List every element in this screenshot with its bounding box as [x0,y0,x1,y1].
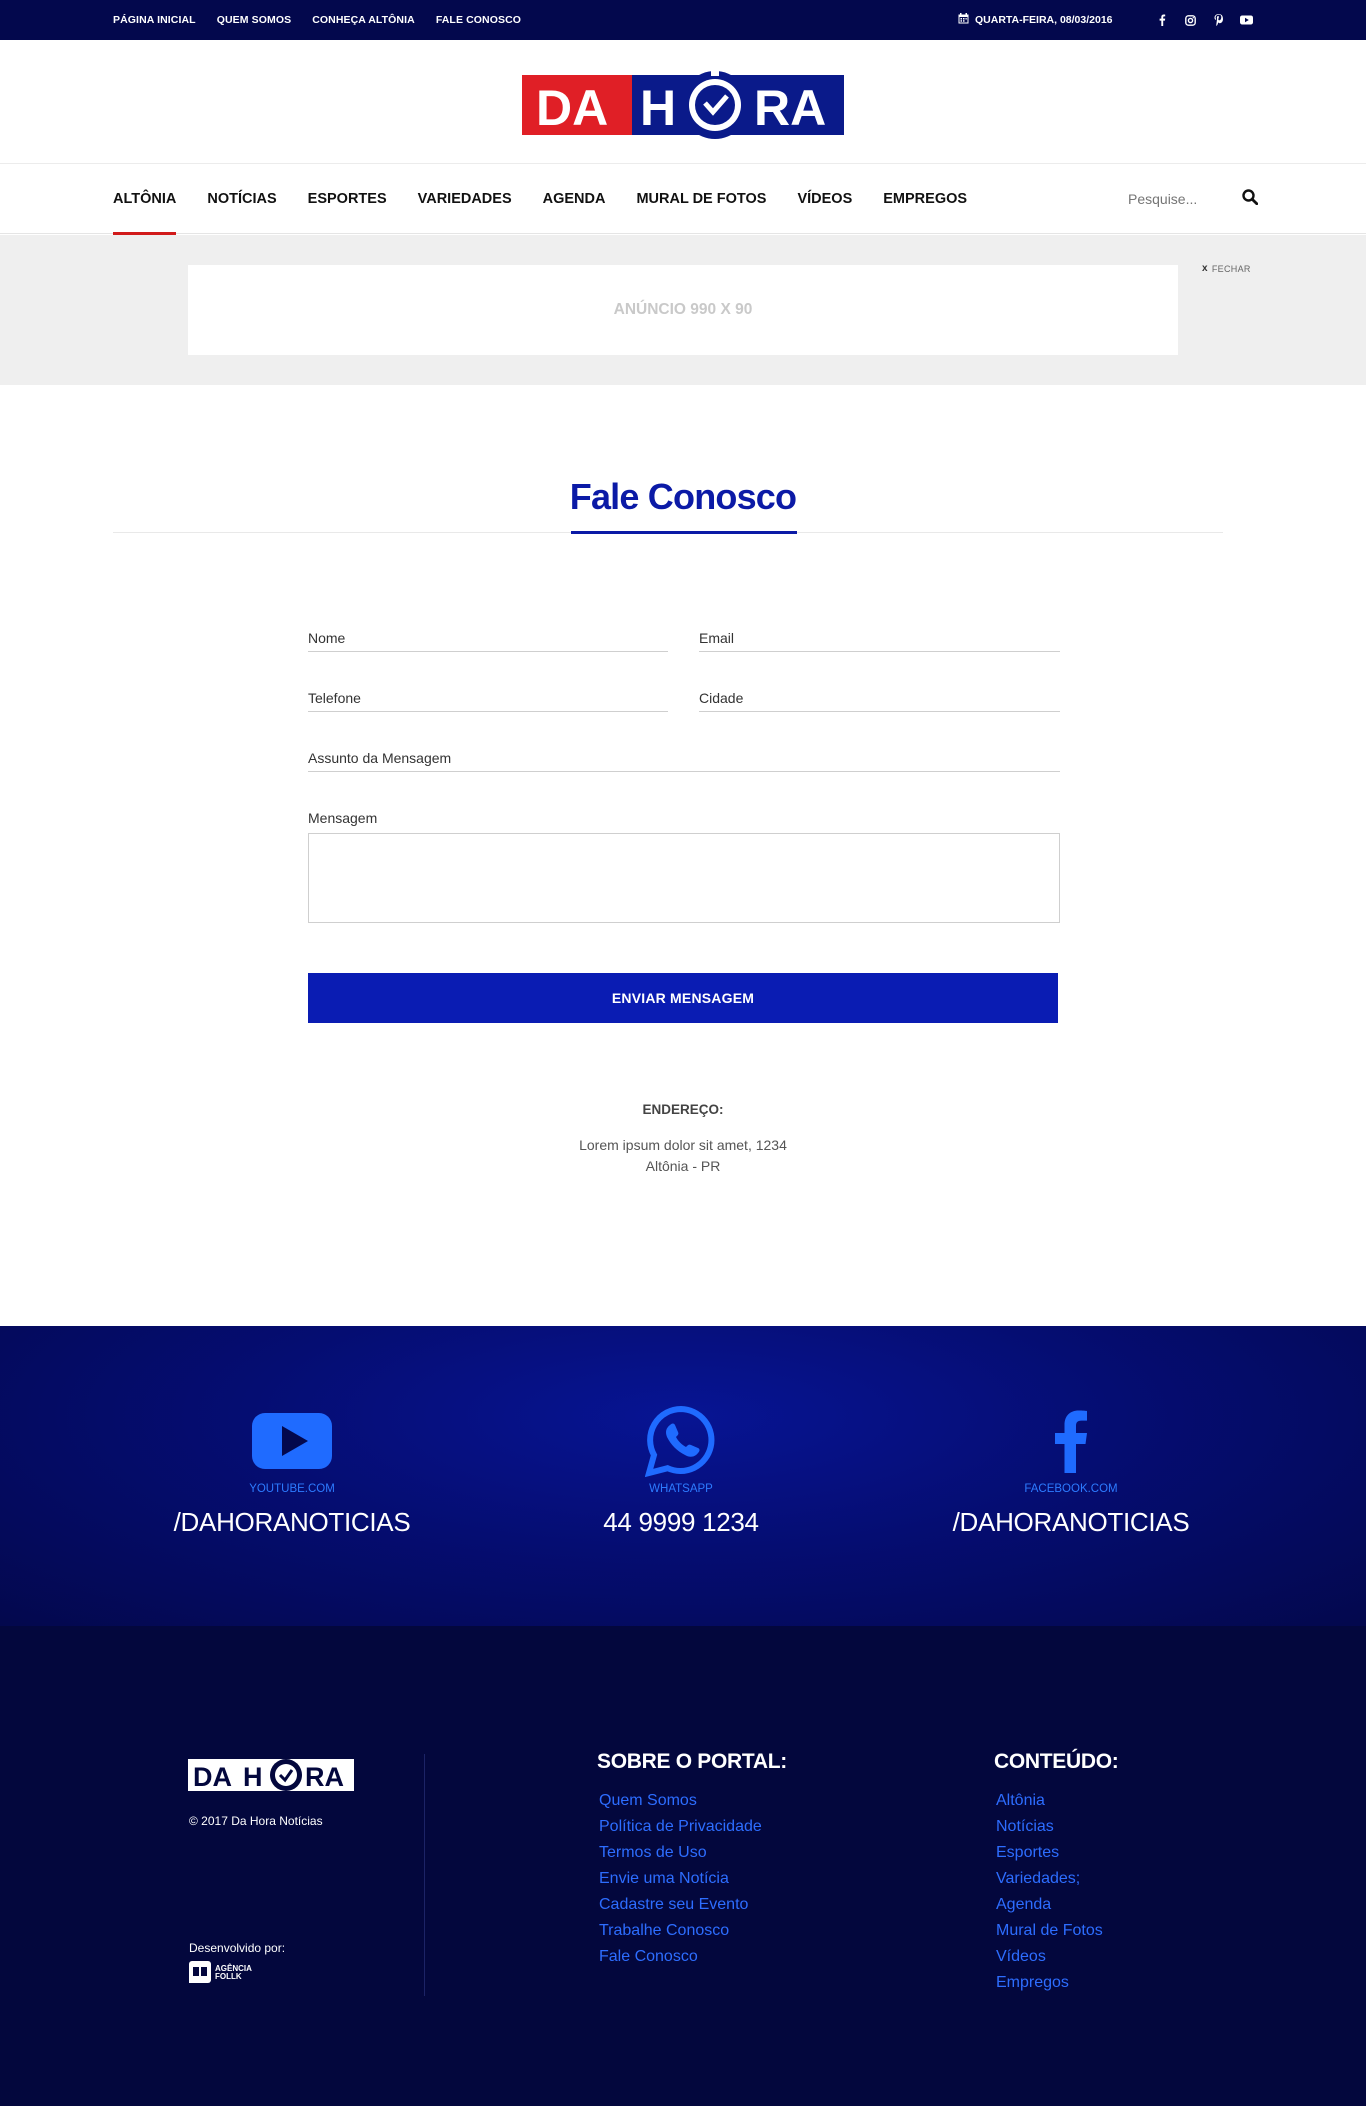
ad-placeholder[interactable]: ANÚNCIO 990 X 90 [188,265,1178,355]
footer-link-termos[interactable]: Termos de Uso [599,1840,762,1866]
main-nav: ALTÔNIA NOTÍCIAS ESPORTES VARIEDADES AGE… [0,164,1366,235]
agency-line-2: FOLLK [215,1972,242,1981]
subject-field[interactable] [308,750,1060,772]
whatsapp-label: WHATSAPP [649,1483,713,1495]
pinterest-icon[interactable] [1211,13,1225,27]
facebook-label: FACEBOOK.COM [1024,1483,1118,1495]
agency-logo[interactable]: AGÊNCIA FOLLK [189,1961,252,1985]
facebook-icon[interactable] [1031,1406,1111,1476]
footer-link-privacidade[interactable]: Política de Privacidade [599,1814,762,1840]
ad-close-button[interactable]: x FECHAR [1202,263,1251,274]
about-links: Quem Somos Política de Privacidade Termo… [599,1788,762,1970]
svg-text:DA: DA [193,1762,232,1792]
footer-link-envie-noticia[interactable]: Envie uma Notícia [599,1866,762,1892]
address-heading: ENDEREÇO: [642,1102,724,1117]
main-menu: ALTÔNIA NOTÍCIAS ESPORTES VARIEDADES AGE… [113,164,998,235]
footer-link-videos[interactable]: Vídeos [996,1944,1103,1970]
send-message-button[interactable]: ENVIAR MENSAGEM [308,973,1058,1023]
whatsapp-icon[interactable] [641,1405,721,1477]
address-line-2: Altônia - PR [645,1158,721,1174]
date-text: QUARTA-FEIRA, 08/03/2016 [975,14,1113,26]
ad-close-label: FECHAR [1211,263,1251,274]
youtube-label: YOUTUBE.COM [249,1483,335,1495]
phone-field[interactable] [308,690,668,712]
email-field[interactable] [699,630,1060,652]
footer-link-trabalhe-conosco[interactable]: Trabalhe Conosco [599,1918,762,1944]
top-link-city[interactable]: CONHEÇA ALTÔNIA [312,14,415,26]
message-textarea[interactable] [308,833,1060,923]
copyright-text: © 2017 Da Hora Notícias [189,1814,323,1828]
content-heading: CONTEÚDO: [994,1750,1119,1773]
close-icon: x [1202,263,1208,274]
about-heading: SOBRE O PORTAL: [597,1750,787,1773]
menu-item-altonia[interactable]: ALTÔNIA [113,164,177,235]
top-link-home[interactable]: PÁGINA INICIAL [113,14,196,26]
footer-divider [424,1754,425,1996]
footer-link-fale-conosco[interactable]: Fale Conosco [599,1944,762,1970]
footer-link-agenda[interactable]: Agenda [996,1892,1103,1918]
message-label: Mensagem [308,810,378,826]
search-input[interactable] [1128,191,1218,207]
menu-item-agenda[interactable]: AGENDA [543,164,606,234]
svg-text:DA: DA [536,80,608,136]
svg-text:RA: RA [305,1762,344,1792]
top-social [1155,0,1253,40]
address-line-1: Lorem ipsum dolor sit amet, 1234 [579,1137,787,1153]
whatsapp-number[interactable]: 44 9999 1234 [481,1507,881,1538]
top-link-about[interactable]: QUEM SOMOS [217,14,292,26]
search-box [1128,164,1259,234]
menu-item-mural-de-fotos[interactable]: MURAL DE FOTOS [636,164,766,234]
page-title: Fale Conosco [569,476,797,517]
developed-by-label: Desenvolvido por: [189,1941,286,1955]
name-field[interactable] [308,630,668,652]
site-logo[interactable]: DA H RA [522,70,844,140]
youtube-icon[interactable] [252,1406,332,1476]
search-icon[interactable] [1242,188,1259,210]
footer-link-cadastre-evento[interactable]: Cadastre seu Evento [599,1892,762,1918]
youtube-icon[interactable] [1239,13,1253,27]
footer-link-esportes[interactable]: Esportes [996,1840,1103,1866]
menu-item-esportes[interactable]: ESPORTES [308,164,387,234]
svg-text:H: H [243,1762,263,1792]
content-links: Altônia Notícias Esportes Variedades; Ag… [996,1788,1103,1996]
footer-link-altonia[interactable]: Altônia [996,1788,1103,1814]
svg-text:RA: RA [754,80,826,136]
calendar-icon [958,13,969,27]
social-band: YOUTUBE.COM /DAHORANOTICIAS WHATSAPP 44 … [0,1326,1366,1626]
youtube-handle[interactable]: /DAHORANOTICIAS [92,1507,492,1538]
top-nav: PÁGINA INICIAL QUEM SOMOS CONHEÇA ALTÔNI… [113,0,521,40]
facebook-icon[interactable] [1155,13,1169,27]
menu-item-noticias[interactable]: NOTÍCIAS [207,164,276,234]
footer-link-variedades[interactable]: Variedades; [996,1866,1103,1892]
svg-text:H: H [640,80,676,136]
instagram-icon[interactable] [1183,13,1197,27]
footer-link-mural[interactable]: Mural de Fotos [996,1918,1103,1944]
menu-item-variedades[interactable]: VARIEDADES [418,164,512,234]
title-underline [571,531,797,534]
site-header: DA H RA [0,40,1366,164]
footer-logo[interactable]: DA H RA [188,1756,356,1792]
date-display: QUARTA-FEIRA, 08/03/2016 [958,0,1113,40]
footer-link-quem-somos[interactable]: Quem Somos [599,1788,762,1814]
facebook-handle[interactable]: /DAHORANOTICIAS [871,1507,1271,1538]
city-field[interactable] [699,690,1060,712]
ad-band: ANÚNCIO 990 X 90 x FECHAR [0,235,1366,385]
footer-link-empregos[interactable]: Empregos [996,1970,1103,1996]
quote-icon [189,1961,211,1985]
top-bar: PÁGINA INICIAL QUEM SOMOS CONHEÇA ALTÔNI… [0,0,1366,40]
menu-item-empregos[interactable]: EMPREGOS [883,164,967,234]
menu-item-videos[interactable]: VÍDEOS [797,164,852,234]
footer-link-noticias[interactable]: Notícias [996,1814,1103,1840]
site-footer: DA H RA © 2017 Da Hora Notícias Desenvol… [0,1626,1366,2106]
top-link-contact[interactable]: FALE CONOSCO [436,14,521,26]
